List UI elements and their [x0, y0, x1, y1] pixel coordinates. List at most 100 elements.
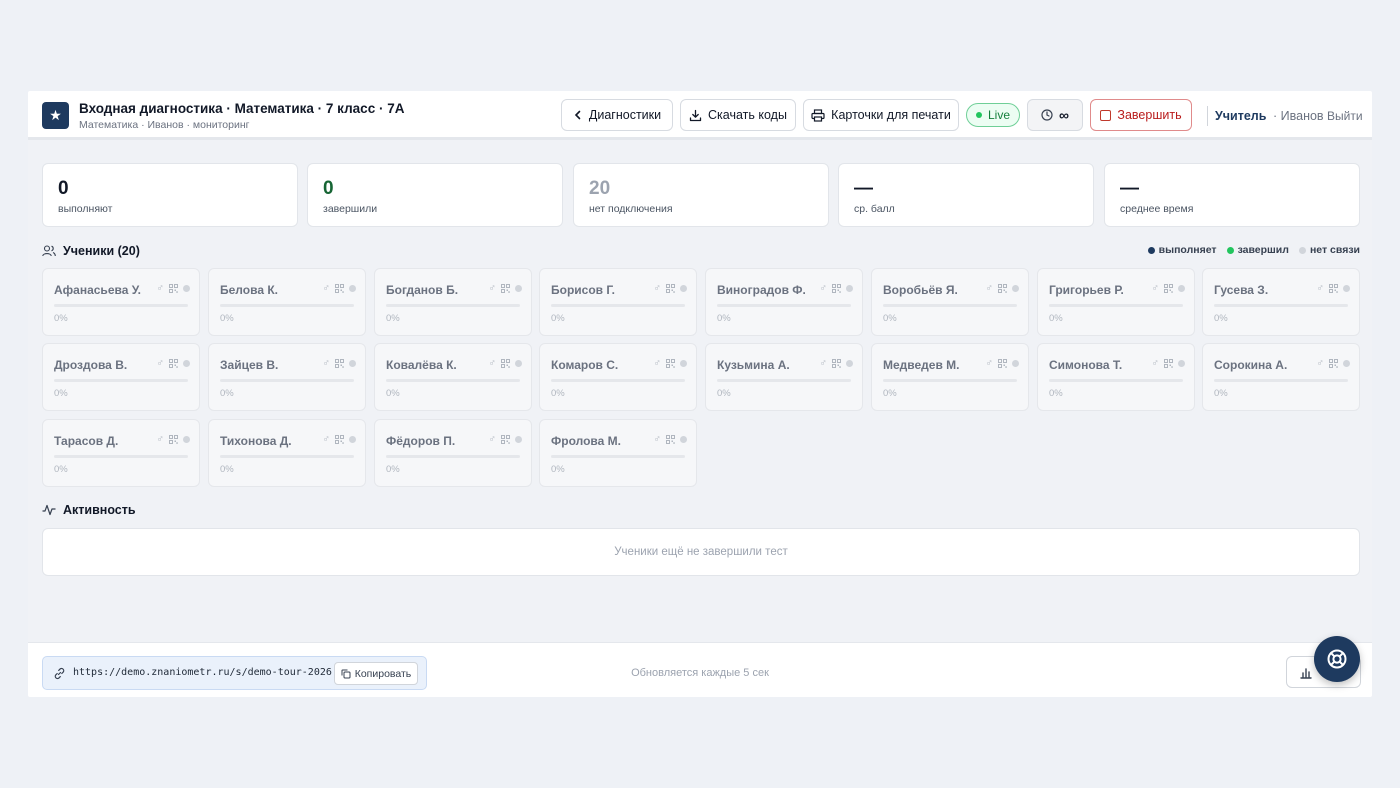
- student-card[interactable]: Сорокина А. ♂ 0%: [1202, 343, 1360, 411]
- student-card[interactable]: Тарасов Д. ♂ 0%: [42, 419, 200, 487]
- qr-code-icon[interactable]: [666, 435, 675, 444]
- progress-bar: [717, 379, 851, 382]
- connection-status-dot: [846, 360, 853, 367]
- qr-code-icon[interactable]: [501, 359, 510, 368]
- student-card[interactable]: Борисов Г. ♂ 0%: [539, 268, 697, 336]
- chevron-left-icon: [574, 110, 581, 120]
- student-card[interactable]: Ковалёва К. ♂ 0%: [374, 343, 532, 411]
- download-icon: [689, 109, 702, 121]
- gender-icon: ♂: [653, 358, 662, 369]
- progress-percent: 0%: [717, 313, 731, 324]
- student-card[interactable]: Воробьёв Я. ♂ 0%: [871, 268, 1029, 336]
- qr-code-icon[interactable]: [666, 284, 675, 293]
- student-name: Григорьев Р.: [1049, 283, 1124, 297]
- progress-bar: [220, 379, 354, 382]
- progress-bar: [1214, 379, 1348, 382]
- stat-value: 0: [323, 178, 334, 199]
- student-card[interactable]: Дроздова В. ♂ 0%: [42, 343, 200, 411]
- progress-percent: 0%: [551, 313, 565, 324]
- student-icons: ♂: [820, 283, 853, 294]
- progress-bar: [386, 379, 520, 382]
- connection-status-dot: [846, 285, 853, 292]
- legend-offline: нет связи: [1298, 244, 1360, 256]
- progress-bar: [1214, 304, 1348, 307]
- student-name: Зайцев В.: [220, 358, 279, 372]
- connection-status-dot: [183, 436, 190, 443]
- qr-code-icon[interactable]: [335, 435, 344, 444]
- gender-icon: ♂: [488, 283, 497, 294]
- diagnostics-back-button[interactable]: Диагностики: [561, 99, 673, 131]
- student-name: Симонова Т.: [1049, 358, 1123, 372]
- qr-code-icon[interactable]: [666, 359, 675, 368]
- progress-bar: [54, 455, 188, 458]
- qr-code-icon[interactable]: [998, 359, 1007, 368]
- connection-status-dot: [515, 436, 522, 443]
- qr-code-icon[interactable]: [335, 284, 344, 293]
- qr-code-icon[interactable]: [998, 284, 1007, 293]
- logout-link[interactable]: Выйти: [1327, 109, 1363, 123]
- student-card[interactable]: Зайцев В. ♂ 0%: [208, 343, 366, 411]
- qr-code-icon[interactable]: [335, 359, 344, 368]
- student-card[interactable]: Симонова Т. ♂ 0%: [1037, 343, 1195, 411]
- help-lifebuoy-button[interactable]: [1314, 636, 1360, 682]
- qr-code-icon[interactable]: [832, 359, 841, 368]
- progress-bar: [551, 379, 685, 382]
- student-card[interactable]: Григорьев Р. ♂ 0%: [1037, 268, 1195, 336]
- progress-percent: 0%: [1049, 313, 1063, 324]
- student-card[interactable]: Тихонова Д. ♂ 0%: [208, 419, 366, 487]
- progress-percent: 0%: [1049, 388, 1063, 399]
- student-icons: ♂: [1317, 283, 1350, 294]
- student-card[interactable]: Фролова М. ♂ 0%: [539, 419, 697, 487]
- student-card[interactable]: Фёдоров П. ♂ 0%: [374, 419, 532, 487]
- stat-label: среднее время: [1120, 203, 1194, 215]
- activity-empty-text: Ученики ещё не завершили тест: [614, 546, 788, 558]
- gender-icon: ♂: [488, 434, 497, 445]
- download-codes-button[interactable]: Скачать коды: [680, 99, 796, 131]
- qr-code-icon[interactable]: [169, 359, 178, 368]
- qr-code-icon[interactable]: [169, 435, 178, 444]
- student-card[interactable]: Виноградов Ф. ♂ 0%: [705, 268, 863, 336]
- progress-percent: 0%: [386, 313, 400, 324]
- dot-icon: [1147, 246, 1155, 254]
- qr-code-icon[interactable]: [501, 435, 510, 444]
- progress-bar: [551, 455, 685, 458]
- progress-percent: 0%: [551, 388, 565, 399]
- timer-button[interactable]: ∞: [1027, 99, 1083, 131]
- student-card[interactable]: Афанасьева У. ♂ 0%: [42, 268, 200, 336]
- connection-status-dot: [349, 360, 356, 367]
- progress-percent: 0%: [717, 388, 731, 399]
- qr-code-icon[interactable]: [1164, 359, 1173, 368]
- qr-code-icon[interactable]: [501, 284, 510, 293]
- student-card[interactable]: Медведев М. ♂ 0%: [871, 343, 1029, 411]
- gender-icon: ♂: [322, 358, 331, 369]
- print-cards-button[interactable]: Карточки для печати: [803, 99, 959, 131]
- student-card[interactable]: Комаров С. ♂ 0%: [539, 343, 697, 411]
- student-name: Дроздова В.: [54, 358, 128, 372]
- qr-code-icon[interactable]: [1329, 284, 1338, 293]
- activity-pulse-icon: [42, 504, 56, 516]
- gender-icon: ♂: [819, 358, 828, 369]
- progress-bar: [717, 304, 851, 307]
- print-cards-label: Карточки для печати: [831, 108, 951, 122]
- live-label: Live: [987, 108, 1010, 122]
- progress-bar: [883, 304, 1017, 307]
- student-card[interactable]: Кузьмина А. ♂ 0%: [705, 343, 863, 411]
- student-name: Виноградов Ф.: [717, 283, 806, 297]
- student-icons: ♂: [323, 283, 356, 294]
- qr-code-icon[interactable]: [832, 284, 841, 293]
- student-name: Воробьёв Я.: [883, 283, 958, 297]
- student-icons: ♂: [1316, 358, 1350, 369]
- gender-icon: ♂: [156, 434, 165, 445]
- qr-code-icon[interactable]: [1329, 359, 1338, 368]
- student-icons: ♂: [156, 434, 190, 445]
- student-icons: ♂: [488, 434, 522, 445]
- student-name: Тарасов Д.: [54, 434, 119, 448]
- qr-code-icon[interactable]: [1164, 284, 1173, 293]
- student-card[interactable]: Богданов Б. ♂ 0%: [374, 268, 532, 336]
- student-card[interactable]: Гусева З. ♂ 0%: [1202, 268, 1360, 336]
- gender-icon: ♂: [1316, 358, 1325, 369]
- qr-code-icon[interactable]: [169, 284, 178, 293]
- stat-label: выполняют: [58, 203, 113, 215]
- student-card[interactable]: Белова К. ♂ 0%: [208, 268, 366, 336]
- finish-button[interactable]: Завершить: [1090, 99, 1192, 131]
